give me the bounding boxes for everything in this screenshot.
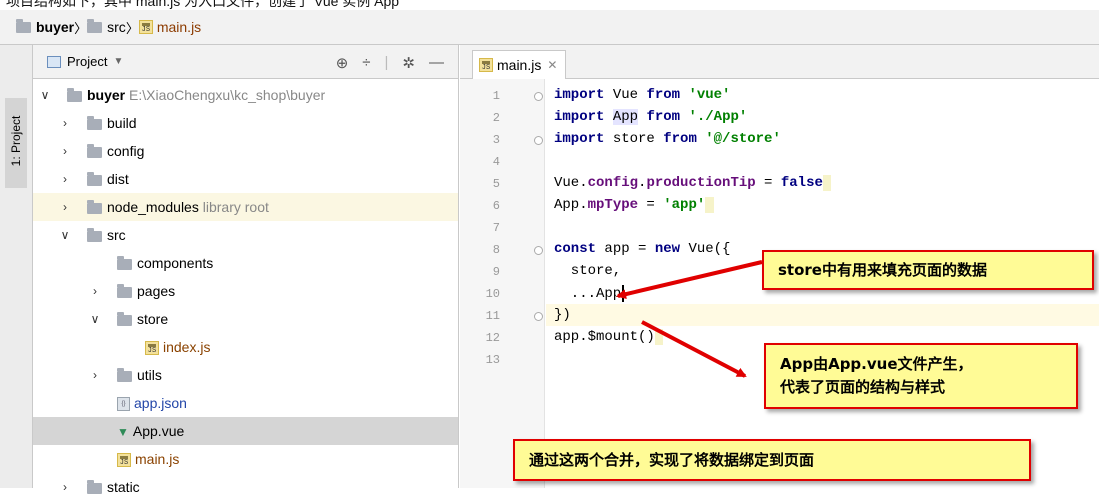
chevron-down-icon[interactable]: ∨ <box>39 81 51 109</box>
top-cropped-text: 项目结构如下，其中 main.js 为入口文件，创建了 Vue 实例 App <box>6 0 400 9</box>
chevron-right-icon[interactable]: › <box>89 361 101 389</box>
annotation-app-note: App由App.vue文件产生， 代表了页面的结构与样式 <box>764 343 1078 409</box>
toolbar-divider: | <box>384 54 389 71</box>
locate-target-icon[interactable]: ⊕ <box>336 54 349 72</box>
folder-icon <box>87 171 102 186</box>
code-line: app.$mount() <box>554 329 664 345</box>
chevron-right-icon[interactable]: › <box>59 193 71 221</box>
code-line: import Vue from 'vue' <box>554 87 731 103</box>
folder-icon <box>87 18 103 33</box>
project-panel-header: Project ▼ ⊕ ÷ | ✲ — <box>33 45 458 79</box>
tree-item-store[interactable]: ∨ store <box>33 305 458 333</box>
tree-item-main-js[interactable]: JS main.js <box>33 445 458 473</box>
tree-item-app-json[interactable]: {} app.json <box>33 389 458 417</box>
folder-icon <box>117 311 132 326</box>
folder-icon <box>117 255 132 270</box>
chevron-right-icon[interactable]: › <box>89 277 101 305</box>
tab-main-js[interactable]: JS main.js ✕ <box>472 50 567 79</box>
tree-item-config[interactable]: › config <box>33 137 458 165</box>
chevron-right-icon[interactable]: › <box>59 473 71 501</box>
tree-item-pages[interactable]: › pages <box>33 277 458 305</box>
js-file-icon: JS <box>117 453 131 468</box>
folder-icon <box>87 199 102 214</box>
folder-icon <box>16 18 31 33</box>
breadcrumb-separator: 〉 <box>125 20 139 36</box>
folder-icon <box>67 87 82 102</box>
tree-item-src[interactable]: ∨ src <box>33 221 458 249</box>
folder-icon <box>87 227 102 242</box>
tree-item-components[interactable]: components <box>33 249 458 277</box>
code-line: const app = new Vue({ <box>554 241 731 257</box>
hide-panel-icon[interactable]: — <box>429 54 444 72</box>
code-line: import store from '@/store' <box>554 131 781 147</box>
project-view-icon <box>47 55 61 68</box>
tree-item-app-vue[interactable]: ▼ App.vue <box>33 417 458 445</box>
js-file-icon: JS <box>479 58 493 72</box>
folder-icon <box>87 115 102 130</box>
folder-icon <box>87 143 102 158</box>
tree-item-index-js[interactable]: JS index.js <box>33 333 458 361</box>
editor-tab-bar: JS main.js ✕ <box>460 45 1099 79</box>
breadcrumb-item-buyer[interactable]: buyer <box>16 18 74 35</box>
tree-item-utils[interactable]: › utils <box>33 361 458 389</box>
breadcrumb-item-main-js[interactable]: JS main.js <box>138 19 201 35</box>
breadcrumb-separator: 〉 <box>74 20 88 36</box>
annotation-merge-note: 通过这两个合并，实现了将数据绑定到页面 <box>513 439 1031 481</box>
gear-icon[interactable]: ✲ <box>402 54 415 72</box>
breadcrumb-item-src[interactable]: src <box>87 18 126 35</box>
folder-icon <box>117 283 132 298</box>
chevron-down-icon[interactable]: ∨ <box>89 305 101 333</box>
json-file-icon: {} <box>117 397 130 412</box>
tool-window-strip: 1: Project <box>0 45 33 488</box>
collapse-all-icon[interactable]: ÷ <box>362 54 370 72</box>
tree-item-node-modules[interactable]: › node_modules library root <box>33 193 458 221</box>
project-panel: Project ▼ ⊕ ÷ | ✲ — ∨ buyer E:\XiaoCheng… <box>33 45 459 495</box>
tree-item-dist[interactable]: › dist <box>33 165 458 193</box>
close-icon[interactable]: ✕ <box>547 58 557 72</box>
chevron-down-icon[interactable]: ∨ <box>59 221 71 249</box>
breadcrumb: buyer 〉 src 〉 JS main.js <box>0 10 1099 45</box>
code-line: import App from './App' <box>554 109 748 125</box>
folder-icon <box>117 367 132 382</box>
chevron-right-icon[interactable]: › <box>59 137 71 165</box>
vue-file-icon: ▼ <box>117 425 129 439</box>
code-line: }) <box>554 307 571 323</box>
tree-item-static[interactable]: › static <box>33 473 458 501</box>
code-line: store, <box>554 263 622 279</box>
current-line-highlight <box>546 304 1099 326</box>
chevron-right-icon[interactable]: › <box>59 109 71 137</box>
code-line: ...App <box>554 285 625 302</box>
text-caret <box>622 285 625 302</box>
chevron-down-icon[interactable]: ▼ <box>113 56 123 67</box>
annotation-store-note: store中有用来填充页面的数据 <box>762 250 1094 290</box>
top-cropped-text-strip: 项目结构如下，其中 main.js 为入口文件，创建了 Vue 实例 App <box>0 0 1099 10</box>
js-file-icon: JS <box>138 20 153 34</box>
project-tool-window-tab[interactable]: 1: Project <box>5 98 27 188</box>
js-file-icon: JS <box>145 341 159 356</box>
folder-icon <box>87 479 102 494</box>
project-view-selector[interactable]: Project <box>67 54 107 69</box>
tree-item-build[interactable]: › build <box>33 109 458 137</box>
tree-item-buyer[interactable]: ∨ buyer E:\XiaoChengxu\kc_shop\buyer <box>33 81 458 109</box>
code-line: Vue.config.productionTip = false <box>554 175 832 191</box>
chevron-right-icon[interactable]: › <box>59 165 71 193</box>
code-line: App.mpType = 'app' <box>554 197 714 213</box>
